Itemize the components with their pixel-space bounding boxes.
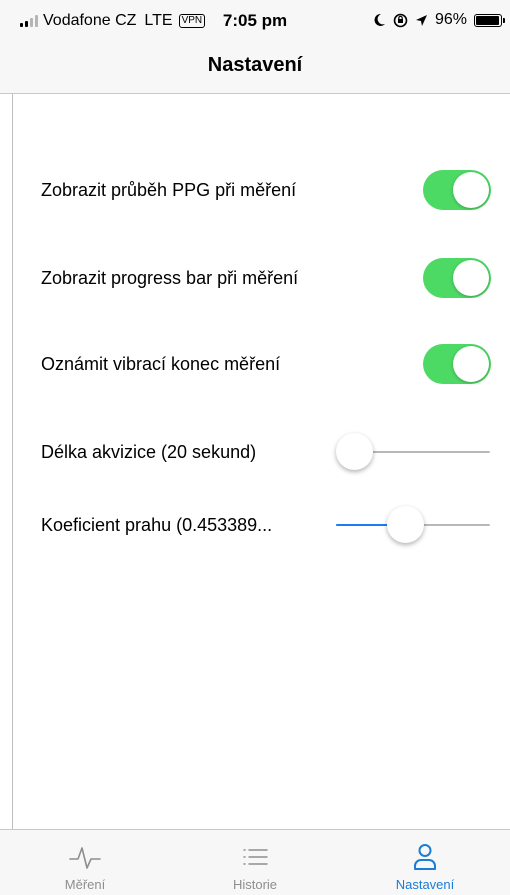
status-bar: Vodafone CZ LTE VPN 7:05 pm 96% [0, 0, 510, 40]
battery-icon [474, 13, 505, 27]
tab-label: Měření [64, 877, 106, 892]
acquisition-length-slider[interactable] [336, 428, 490, 476]
setting-row-show-ppg: Zobrazit průběh PPG při měření [13, 166, 510, 214]
pulse-icon [69, 847, 101, 869]
tab-label: Nastavení [395, 877, 455, 892]
slider-thumb[interactable] [336, 433, 373, 470]
setting-label: Délka akvizice (20 sekund) [41, 442, 257, 462]
toggle-knob [453, 260, 489, 296]
threshold-coefficient-slider[interactable] [336, 501, 490, 549]
show-ppg-toggle[interactable] [423, 170, 491, 210]
battery-percent: 96% [434, 11, 467, 28]
tab-mereni[interactable]: Měření [0, 830, 170, 895]
status-right: 96% [373, 11, 505, 29]
toggle-knob [453, 346, 489, 382]
tab-label: Historie [232, 877, 278, 892]
setting-label: Zobrazit průběh PPG při měření [41, 180, 297, 200]
setting-row-acquisition-length: Délka akvizice (20 sekund) [13, 428, 510, 476]
rotation-lock-icon [393, 13, 408, 27]
setting-label: Koeficient prahu (0.453389... [41, 515, 273, 535]
vibration-toggle[interactable] [423, 344, 491, 384]
tab-historie[interactable]: Historie [170, 830, 340, 895]
setting-row-threshold-coefficient: Koeficient prahu (0.453389... [13, 501, 510, 549]
tab-nastaveni[interactable]: Nastavení [340, 830, 510, 895]
setting-label: Zobrazit progress bar při měření [41, 268, 299, 288]
show-progress-bar-toggle[interactable] [423, 258, 491, 298]
page-title: Nastavení [207, 54, 303, 76]
setting-label: Oznámit vibrací konec měření [41, 354, 281, 374]
list-icon [243, 849, 268, 865]
setting-row-vibration: Oznámit vibrací konec měření [13, 340, 510, 388]
settings-list: Zobrazit průběh PPG při měření Zobrazit … [12, 94, 510, 829]
location-arrow-icon [415, 14, 427, 26]
setting-row-show-progress-bar: Zobrazit progress bar při měření [13, 254, 510, 302]
moon-icon [374, 13, 385, 26]
navigation-bar: Nastavení [0, 40, 510, 94]
toggle-knob [453, 172, 489, 208]
tab-bar: Měření Historie Nastavení [0, 829, 510, 895]
person-icon [414, 844, 436, 870]
slider-thumb[interactable] [387, 506, 425, 543]
